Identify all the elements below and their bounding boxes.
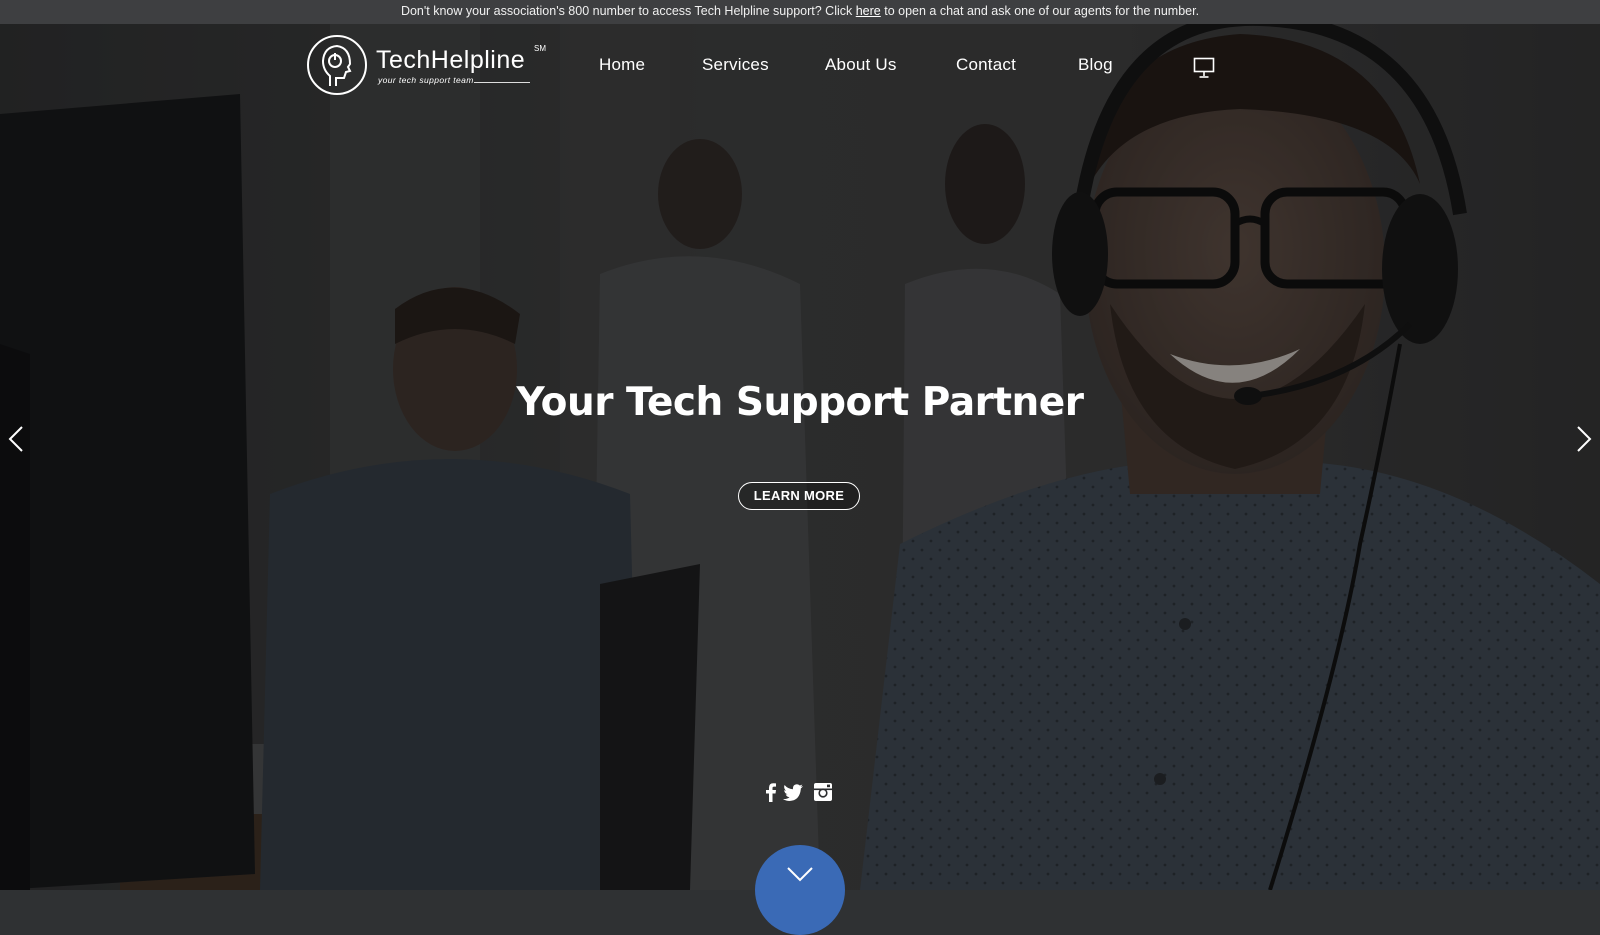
facebook-icon[interactable] xyxy=(760,781,782,803)
brand-tagline: your tech support team xyxy=(378,75,474,85)
brand-logo[interactable]: TechHelpline SM your tech support team xyxy=(306,34,546,96)
brand-name: TechHelpline xyxy=(376,46,526,74)
announcement-bar: Don't know your association's 800 number… xyxy=(0,0,1600,24)
nav-item-about-us[interactable]: About Us xyxy=(825,55,897,75)
monitor-icon[interactable] xyxy=(1193,57,1215,79)
nav-item-contact[interactable]: Contact xyxy=(956,55,1016,75)
chevron-down-icon xyxy=(787,867,813,882)
twitter-icon[interactable] xyxy=(782,781,804,803)
headset-head-icon xyxy=(307,35,367,95)
announcement-text-before: Don't know your association's 800 number… xyxy=(400,4,856,18)
chevron-right-icon[interactable] xyxy=(1574,425,1594,453)
chat-link[interactable]: here xyxy=(856,4,881,18)
service-mark: SM xyxy=(534,44,546,53)
tagline-rule xyxy=(474,82,530,83)
hero-slideshow xyxy=(0,24,1600,890)
hero-background-photo xyxy=(0,24,1600,890)
announcement-text-after: to open a chat and ask one of our agents… xyxy=(880,4,1200,18)
chevron-left-icon[interactable] xyxy=(6,425,26,453)
instagram-icon[interactable] xyxy=(812,781,834,803)
nav-item-blog[interactable]: Blog xyxy=(1078,55,1113,75)
nav-item-home[interactable]: Home xyxy=(599,55,645,75)
learn-more-button[interactable]: LEARN MORE xyxy=(738,482,860,510)
nav-item-services[interactable]: Services xyxy=(702,55,769,75)
scroll-down-button[interactable] xyxy=(755,845,845,935)
hero-headline: Your Tech Support Partner xyxy=(516,380,1084,425)
